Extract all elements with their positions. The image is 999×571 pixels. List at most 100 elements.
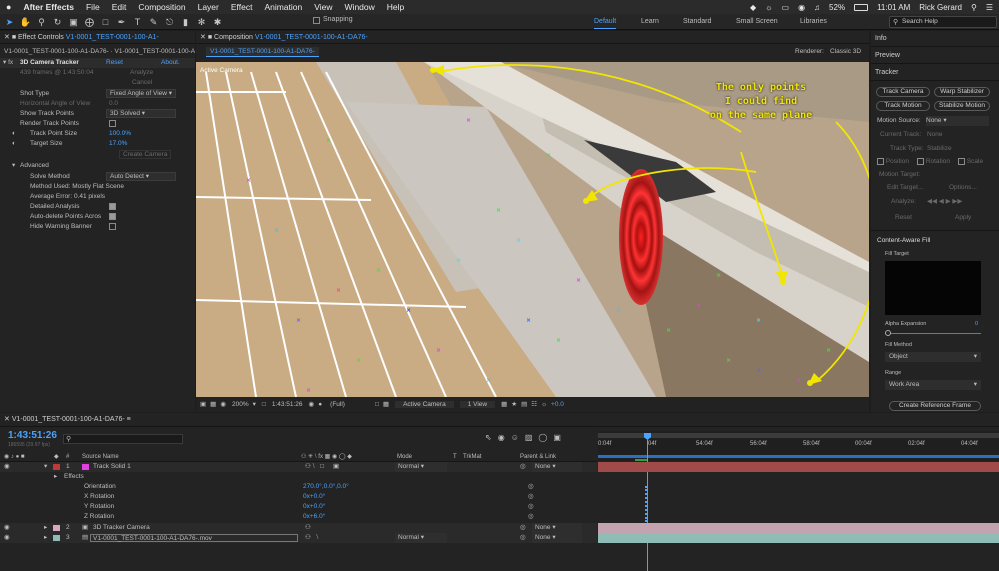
workspace-libraries[interactable]: Libraries [800,14,827,30]
layer-row[interactable]: ◉ ▸ 2 ▣ 3D Tracker Camera ⚇ ◎ None ▾ [0,523,597,533]
menu-animation[interactable]: Animation [258,2,308,12]
property-row[interactable]: Y Rotation 0x+0.0° ◎ [0,502,597,512]
pickwhip-icon[interactable]: ◎ [520,462,526,472]
active-camera-dropdown[interactable]: Active Camera [395,400,454,408]
render-track-points-checkbox[interactable] [109,119,116,129]
lock-icon[interactable]: ■ [12,34,16,41]
eye-icon[interactable]: ◉ [4,533,10,543]
dropbox-icon[interactable]: ◆ [750,3,756,12]
rotation-checkbox[interactable]: Rotation [917,157,950,167]
close-tab-icon[interactable]: ✕ [4,416,10,423]
alpha-expansion-value[interactable]: 0 [975,319,978,329]
menu-edit[interactable]: Edit [106,2,133,12]
app-menu[interactable]: After Effects [17,2,80,12]
layer-switches[interactable]: ⚇ [305,523,311,533]
mode-dropdown[interactable]: Normal ▾ [395,533,447,543]
hand-tool-icon[interactable]: ✋ [19,16,32,28]
track-camera-button[interactable]: Track Camera [876,87,930,97]
parent-dropdown[interactable]: None ▾ [532,533,582,543]
apple-menu-icon[interactable]: ● [0,2,17,12]
search-help-field[interactable]: ⚲ Search Help [889,16,997,28]
parent-header[interactable]: Parent & Link [520,452,556,462]
panel-menu-icon[interactable]: ≡ [127,416,131,423]
track-point-size-value[interactable]: 100.0% [109,129,131,139]
menu-layer[interactable]: Layer [192,2,225,12]
label-color-swatch[interactable] [53,535,60,541]
time-ruler[interactable]: 0:04f 04f 54:04f 56:04f 58:04f 00:04f 02… [598,431,999,461]
expression-pickwhip-icon[interactable]: ◎ [528,502,534,512]
lock-icon[interactable]: ■ [208,34,212,41]
snapping-checkbox[interactable] [313,17,320,24]
layer-name[interactable]: Track Solid 1 [93,462,131,472]
mask-visibility-icon[interactable]: ◉ [220,400,226,408]
color-channel-icon[interactable]: ● [318,401,322,408]
timeline-tab[interactable]: ✕ V1-0001_TEST-0001-100-A1-DA76- ≡ [0,413,999,427]
zoom-tool-icon[interactable]: ⚲ [35,16,48,28]
track-type-value[interactable]: Stabilize [927,144,952,154]
fx-icon[interactable]: ▾ fx [3,58,13,68]
stopwatch-icon[interactable]: ◐ [12,129,16,139]
layer-row[interactable]: ◉ ▸ 3 ▤ V1-0001_TEST-0001-100-A1-DA76-.m… [0,533,597,543]
roto-brush-tool-icon[interactable]: ✻ [195,16,208,28]
comp-flowchart-icon[interactable]: ⇖ [485,433,498,442]
camera-tool-icon[interactable]: ▣ [67,16,80,28]
search-icon[interactable]: ⚲ [971,3,977,12]
chevron-down-icon[interactable]: ▾ [44,462,47,472]
chevron-right-icon[interactable]: ▸ [44,523,47,533]
workspace-small-screen[interactable]: Small Screen [736,14,778,30]
source-name-header[interactable]: Source Name [82,452,119,462]
draft-3d-icon[interactable]: ◉ [498,433,511,442]
shy-icon[interactable]: ☺ [511,433,525,442]
chevron-down-icon[interactable]: ▾ [12,161,15,171]
advanced-group[interactable]: ▾ Advanced [0,161,195,171]
composition-subtab[interactable]: V1-0001_TEST-0001-100-A1-DA76- [206,47,319,57]
battery-percent[interactable]: 52% [829,3,845,12]
transparency-grid-icon[interactable]: ▦ [383,400,389,408]
close-tab-icon[interactable]: ✕ [4,34,10,41]
stopwatch-icon[interactable]: ◐ [12,139,16,149]
layer-name-field[interactable]: V1-0001_TEST-0001-100-A1-DA76-.mov [90,534,298,542]
chevron-down-icon[interactable]: ▾ [253,400,256,408]
layer-bar-track-solid[interactable] [598,462,999,472]
pickwhip-icon[interactable]: ◎ [520,523,526,533]
menu-composition[interactable]: Composition [132,2,191,12]
property-value[interactable]: 0x+0.0° [303,502,325,512]
mask-tool-icon[interactable]: □ [99,16,112,28]
alpha-expansion-slider[interactable] [885,333,981,334]
notification-icon[interactable]: ☰ [986,3,993,12]
safe-area-icon[interactable]: □ [262,401,266,408]
effect-reset-link[interactable]: Reset [106,58,123,68]
wifi-icon[interactable]: ◉ [798,3,805,12]
property-row[interactable]: X Rotation 0x+0.0° ◎ [0,492,597,502]
clock[interactable]: 11:01 AM [877,3,910,12]
composition-viewer[interactable]: × × × × × × × × × × × × × × × × × × × × × × × × × × ×… [196,62,869,427]
layer-switches[interactable]: ⚇ ⧵ [305,533,318,543]
layer-row[interactable]: ◉ ▾ 1 Track Solid 1 ⚇ ⧵ □ ▣ Normal ▾ ◎ N… [0,462,597,472]
frame-blending-icon[interactable]: ▨ [525,433,539,442]
position-checkbox[interactable]: Position [877,157,909,167]
close-tab-icon[interactable]: ✕ [200,34,206,41]
property-row[interactable]: Z Rotation 0x+6.0° ◎ [0,512,597,522]
type-tool-icon[interactable]: T [131,16,144,28]
current-time[interactable]: 1:43:51:26 [272,401,303,408]
work-area-bar[interactable] [598,433,999,438]
menu-effect[interactable]: Effect [225,2,259,12]
eraser-tool-icon[interactable]: ▮ [179,16,192,28]
tracker-apply-button[interactable]: Apply [955,213,971,223]
resolution-dropdown[interactable]: (Full) [330,401,345,408]
hide-warning-checkbox[interactable] [109,222,116,232]
clone-tool-icon[interactable]: ⎋ [163,16,176,28]
layer-switches[interactable]: ⚇ ⧵ □ ▣ [305,462,339,472]
hfov-value[interactable]: 0.0 [109,99,118,109]
rotate-tool-icon[interactable]: ↻ [51,16,64,28]
eye-icon[interactable]: ◉ [4,523,10,533]
current-track-value[interactable]: None [927,130,943,140]
work-area-range[interactable] [598,455,999,458]
mode-dropdown[interactable]: Normal ▾ [395,462,447,472]
property-value[interactable]: 270.0°,0.0°,0.0° [303,482,349,492]
puppet-tool-icon[interactable]: ✱ [211,16,224,28]
cancel-button[interactable]: Cancel [132,78,152,88]
auto-delete-checkbox[interactable] [109,212,116,222]
options-button[interactable]: Options... [949,183,977,193]
motion-source-dropdown[interactable]: None ▾ [926,116,989,126]
